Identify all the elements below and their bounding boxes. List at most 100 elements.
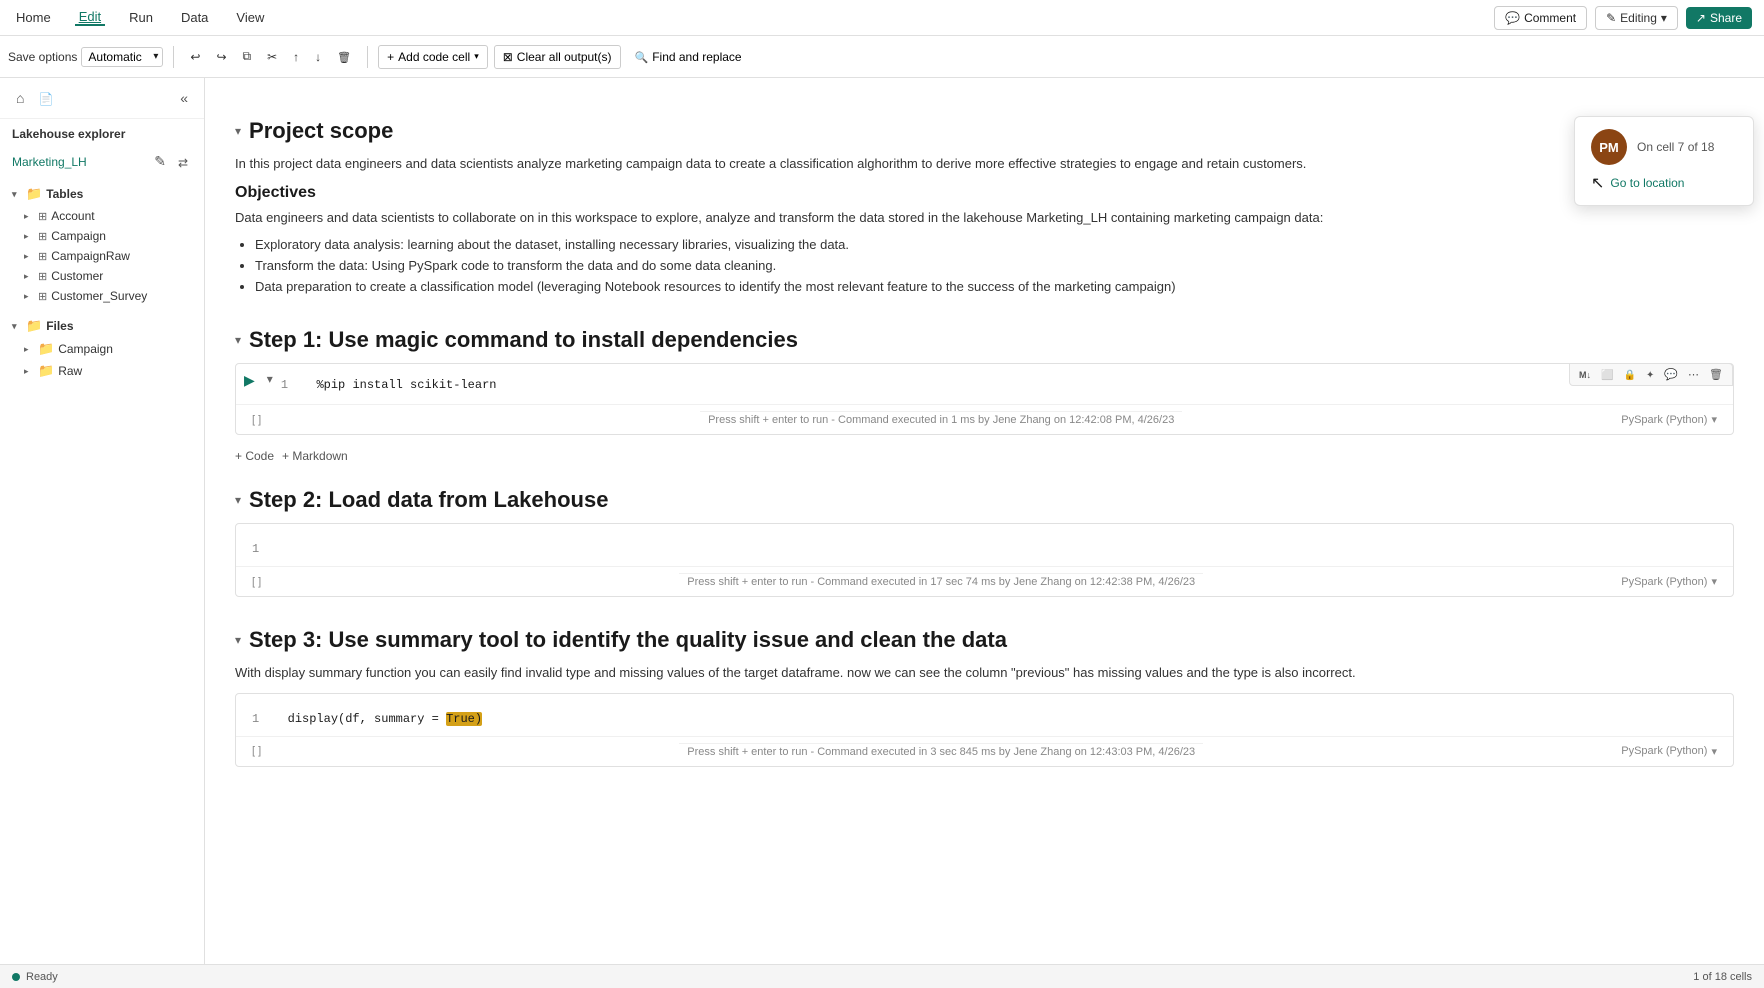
editing-button[interactable]: Editing (1595, 6, 1678, 30)
nav-run[interactable]: Run (125, 10, 157, 25)
copy-button[interactable] (237, 45, 258, 68)
step2-lang-chevron: ▾ (1711, 575, 1717, 588)
step1-add-markdown-btn[interactable]: + Markdown (282, 449, 348, 463)
step1-code-text: %pip install scikit-learn (316, 378, 496, 392)
nav-view[interactable]: View (232, 10, 268, 25)
customer-survey-expand-icon: ▸ (24, 291, 34, 302)
step3-lang-chevron: ▾ (1711, 745, 1717, 758)
top-nav-right: Comment Editing Share (1494, 6, 1752, 30)
lakehouse-name[interactable]: Marketing_LH (12, 155, 87, 169)
move-up-button[interactable] (287, 46, 305, 68)
step1-title: Step 1: Use magic command to install dep… (249, 327, 798, 353)
tables-header[interactable]: ▾ 📁 Tables (0, 182, 204, 206)
tables-label: Tables (46, 187, 83, 201)
step1-cell-inner: ▾ 1 %pip install scikit-learn (236, 364, 1733, 404)
step1-md-btn[interactable] (1576, 367, 1594, 383)
clear-icon: ⊠ (503, 50, 513, 64)
goto-location-button[interactable]: Go to location (1610, 176, 1684, 190)
sidebar-item-raw-file[interactable]: ▸ 📁 Raw (0, 360, 204, 382)
sidebar-item-account[interactable]: ▸ ⊞ Account (0, 206, 204, 226)
clear-outputs-button[interactable]: ⊠ Clear all output(s) (494, 45, 621, 69)
save-options-label: Save options (8, 50, 77, 64)
undo-icon (190, 50, 200, 64)
add-code-cell-button[interactable]: + Add code cell (378, 45, 488, 69)
sidebar-item-customer-survey[interactable]: ▸ ⊞ Customer_Survey (0, 286, 204, 306)
sidebar-item-customer[interactable]: ▸ ⊞ Customer (0, 266, 204, 286)
objectives-desc: Data engineers and data scientists to co… (235, 208, 1734, 228)
step3-code-text: display(df, summary = True) (288, 712, 482, 726)
step1-header: ▾ Step 1: Use magic command to install d… (235, 327, 1734, 353)
step1-run-button[interactable] (236, 364, 263, 397)
step3-header: ▾ Step 3: Use summary tool to identify t… (235, 627, 1734, 653)
campaign-expand-icon: ▸ (24, 231, 34, 242)
account-table-icon: ⊞ (38, 210, 47, 223)
files-expand-icon: ▾ (12, 321, 22, 332)
sidebar-home-icon[interactable]: ⌂ (12, 86, 28, 110)
step1-cell-collapse[interactable]: ▾ (263, 364, 277, 394)
cut-button[interactable] (261, 46, 283, 68)
down-icon (315, 50, 321, 64)
edit-lakehouse-icon[interactable]: ✎ (150, 149, 170, 174)
campaignraw-table-icon: ⊞ (38, 250, 47, 263)
search-icon (635, 50, 649, 64)
step1-lock-btn[interactable] (1620, 367, 1638, 383)
objective-3: Data preparation to create a classificat… (255, 277, 1734, 298)
clear-outputs-label: Clear all output(s) (517, 50, 612, 64)
separator-1 (173, 46, 174, 68)
avatar-cell-info: On cell 7 of 18 (1637, 140, 1714, 154)
refresh-icon[interactable] (174, 149, 192, 174)
move-down-button[interactable] (309, 46, 327, 68)
files-header[interactable]: ▾ 📁 Files (0, 314, 204, 338)
campaign-file-icon: 📁 (38, 341, 54, 357)
step1-comment-btn[interactable]: 💬 (1661, 366, 1681, 383)
step3-collapse[interactable]: ▾ (235, 633, 241, 647)
campaign-label: Campaign (51, 229, 106, 243)
find-replace-button[interactable]: Find and replace (627, 46, 750, 68)
sidebar-lake-icons: ✎ (150, 149, 192, 174)
step2-bracket: [ ] (244, 572, 269, 592)
step2-cell-footer: [ ] Press shift + enter to run - Command… (236, 566, 1733, 596)
customer-label: Customer (51, 269, 103, 283)
copy-icon (243, 49, 252, 64)
cursor-icon: ↖ (1591, 173, 1604, 193)
comment-button[interactable]: Comment (1494, 6, 1587, 30)
step2-collapse[interactable]: ▾ (235, 493, 241, 507)
folder-files-icon: 📁 (26, 318, 42, 334)
sidebar-item-campaignraw[interactable]: ▸ ⊞ CampaignRaw (0, 246, 204, 266)
sidebar-collapse-button[interactable] (176, 86, 192, 110)
share-button[interactable]: Share (1686, 7, 1752, 29)
nav-edit[interactable]: Edit (75, 9, 105, 26)
step1-lang-label: PySpark (Python) (1621, 414, 1707, 426)
step2-header: ▾ Step 2: Load data from Lakehouse (235, 487, 1734, 513)
step3-lang[interactable]: PySpark (Python) ▾ (1613, 741, 1725, 762)
step1-trash-btn[interactable] (1706, 366, 1726, 383)
step2-lang[interactable]: PySpark (Python) ▾ (1613, 571, 1725, 592)
step1-magic-btn[interactable] (1643, 367, 1657, 383)
sidebar-item-campaign[interactable]: ▸ ⊞ Campaign (0, 226, 204, 246)
save-dropdown[interactable]: Automatic Manual (81, 47, 163, 67)
delete-button[interactable] (331, 46, 357, 68)
sidebar-item-campaign-file[interactable]: ▸ 📁 Campaign (0, 338, 204, 360)
step1-addcell-btn[interactable] (1598, 367, 1616, 383)
step1-dots-btn[interactable] (1685, 366, 1702, 383)
step1-lang[interactable]: PySpark (Python) ▾ (1613, 409, 1725, 430)
nav-home[interactable]: Home (12, 10, 55, 25)
delete-icon (337, 50, 351, 64)
redo-button[interactable] (210, 46, 232, 68)
comment-icon (1505, 11, 1520, 25)
step3-code-cell: 1 display(df, summary = True) [ ] Press … (235, 693, 1734, 767)
step3-status: Press shift + enter to run - Command exe… (679, 743, 1203, 764)
objective-2: Transform the data: Using PySpark code t… (255, 256, 1734, 277)
step3-title: Step 3: Use summary tool to identify the… (249, 627, 1007, 653)
share-label: Share (1710, 11, 1742, 25)
main-layout: ⌂ Lakehouse explorer Marketing_LH ✎ ▾ 📁 … (0, 78, 1764, 964)
notebook-area: PM On cell 7 of 18 ↖ Go to location ▾ Pr… (205, 78, 1764, 964)
step1-collapse[interactable]: ▾ (235, 333, 241, 347)
project-scope-collapse[interactable]: ▾ (235, 124, 241, 138)
md-icon (1579, 369, 1591, 381)
nav-data[interactable]: Data (177, 10, 212, 25)
customer-survey-label: Customer_Survey (51, 289, 147, 303)
undo-button[interactable] (184, 46, 206, 68)
sidebar-file-icon[interactable] (34, 86, 57, 110)
step1-add-code-btn[interactable]: + Code (235, 449, 274, 463)
